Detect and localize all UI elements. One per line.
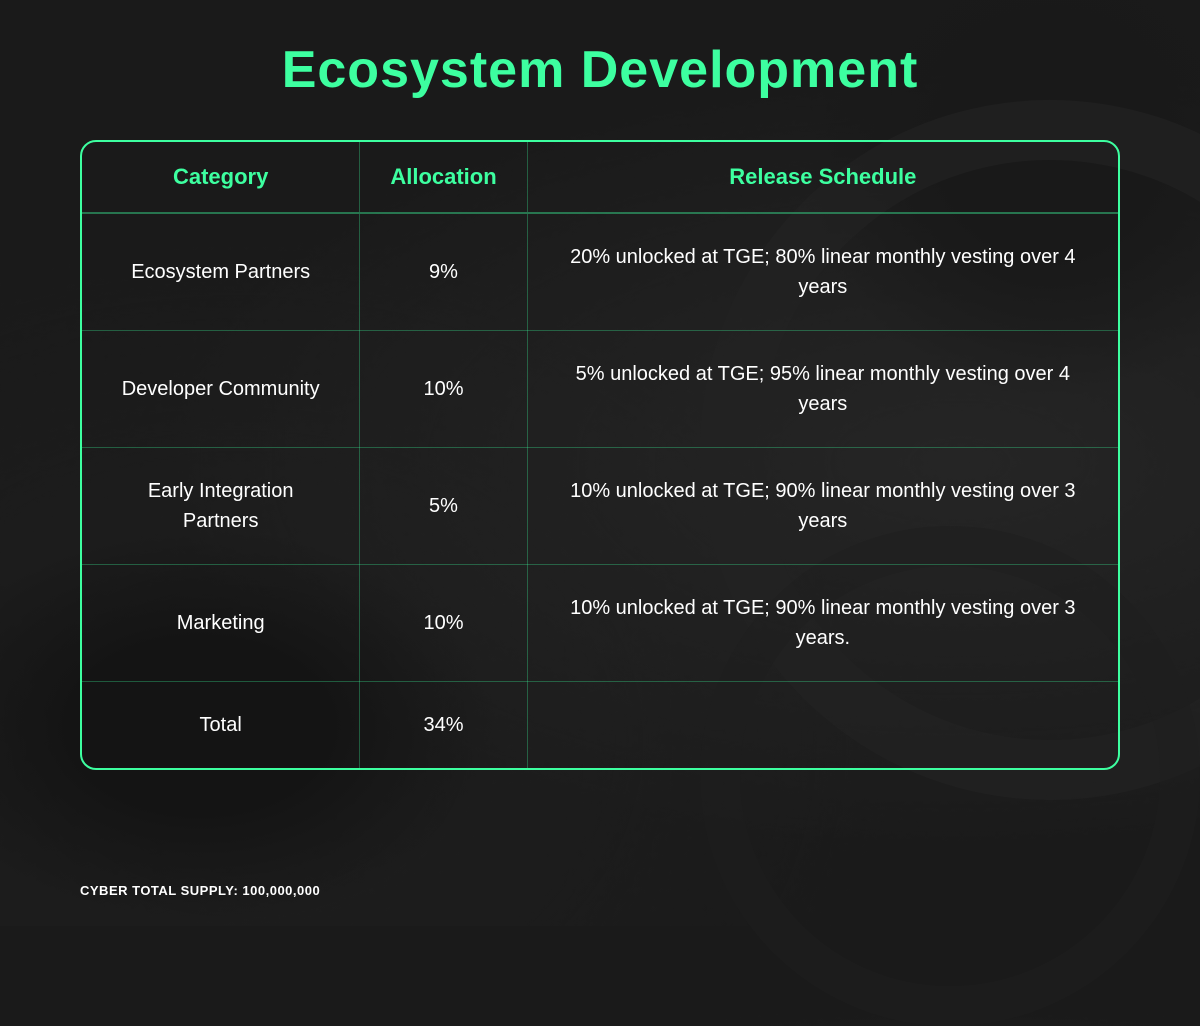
column-header-allocation: Allocation bbox=[360, 142, 527, 213]
column-header-category: Category bbox=[82, 142, 360, 213]
cell-allocation: 34% bbox=[360, 682, 527, 769]
cell-category: Marketing bbox=[82, 565, 360, 682]
cell-category: Total bbox=[82, 682, 360, 769]
cell-category: Early Integration Partners bbox=[82, 448, 360, 565]
table-row: Developer Community10%5% unlocked at TGE… bbox=[82, 331, 1118, 448]
column-header-release-schedule: Release Schedule bbox=[527, 142, 1118, 213]
cell-allocation: 9% bbox=[360, 213, 527, 331]
cell-allocation: 10% bbox=[360, 331, 527, 448]
table-row: Ecosystem Partners9%20% unlocked at TGE;… bbox=[82, 213, 1118, 331]
cell-allocation: 10% bbox=[360, 565, 527, 682]
cell-category: Ecosystem Partners bbox=[82, 213, 360, 331]
table-row: Early Integration Partners5%10% unlocked… bbox=[82, 448, 1118, 565]
cell-release-schedule bbox=[527, 682, 1118, 769]
table-header-row: Category Allocation Release Schedule bbox=[82, 142, 1118, 213]
table-row: Total34% bbox=[82, 682, 1118, 769]
table-row: Marketing10%10% unlocked at TGE; 90% lin… bbox=[82, 565, 1118, 682]
ecosystem-table: Category Allocation Release Schedule Eco… bbox=[80, 140, 1120, 770]
cell-release-schedule: 10% unlocked at TGE; 90% linear monthly … bbox=[527, 448, 1118, 565]
cell-release-schedule: 20% unlocked at TGE; 80% linear monthly … bbox=[527, 213, 1118, 331]
cell-release-schedule: 10% unlocked at TGE; 90% linear monthly … bbox=[527, 565, 1118, 682]
page-title: Ecosystem Development bbox=[282, 40, 919, 100]
footer-supply-note: CYBER TOTAL SUPPLY: 100,000,000 bbox=[80, 883, 320, 898]
cell-category: Developer Community bbox=[82, 331, 360, 448]
cell-allocation: 5% bbox=[360, 448, 527, 565]
cell-release-schedule: 5% unlocked at TGE; 95% linear monthly v… bbox=[527, 331, 1118, 448]
